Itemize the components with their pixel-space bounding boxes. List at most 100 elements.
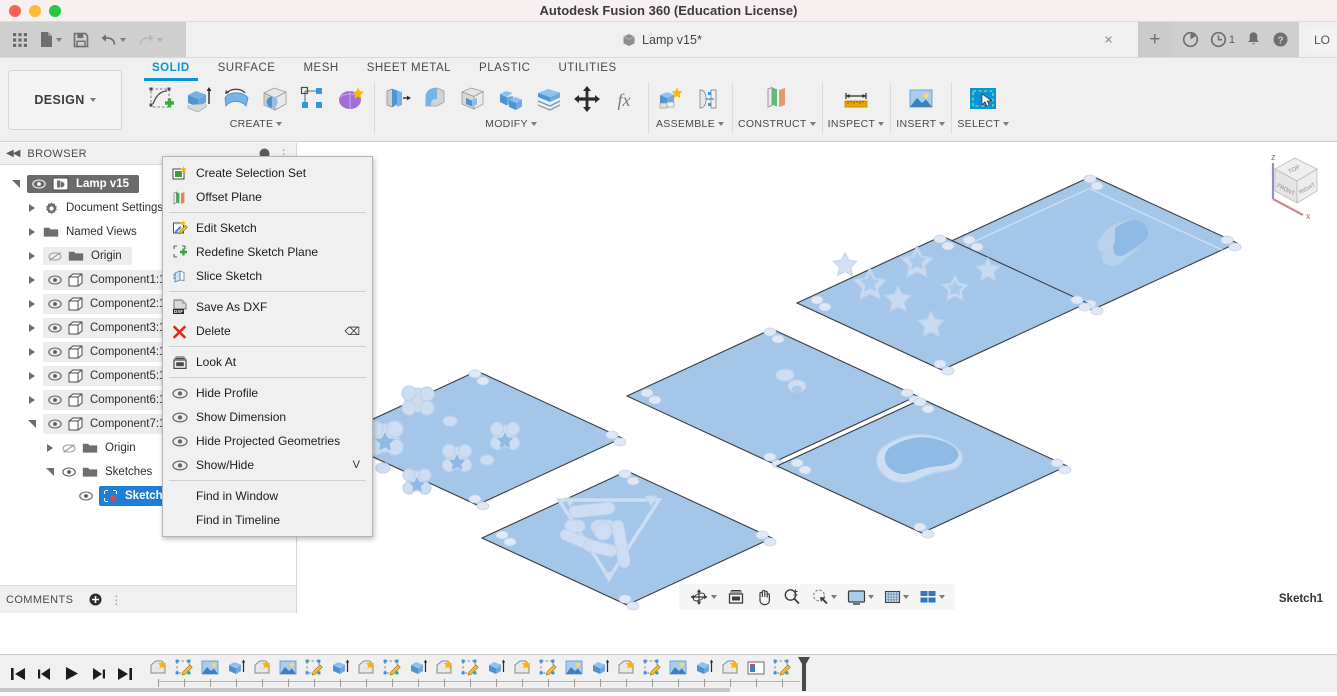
component7-origin-visibility-icon[interactable] xyxy=(61,443,77,454)
timeline-item[interactable] xyxy=(197,657,223,691)
play-icon[interactable] xyxy=(64,666,79,681)
timeline-item[interactable] xyxy=(483,657,509,691)
display-settings-button[interactable] xyxy=(843,587,878,608)
form-button[interactable] xyxy=(334,82,368,116)
account-button[interactable]: LO xyxy=(1303,27,1337,53)
new-file-button[interactable] xyxy=(35,28,66,51)
component6-visibility-icon[interactable] xyxy=(47,395,63,405)
sketches-visibility-icon[interactable] xyxy=(61,467,77,477)
insert-image-button[interactable] xyxy=(904,82,938,116)
shell-button[interactable] xyxy=(456,82,490,116)
timeline-item[interactable] xyxy=(275,657,301,691)
tab-mesh[interactable]: MESH xyxy=(289,58,352,78)
pan-button[interactable] xyxy=(751,586,777,608)
timeline-scrollbar[interactable] xyxy=(0,688,730,692)
component1-visibility-icon[interactable] xyxy=(47,275,63,285)
create-group-dropdown-caret[interactable] xyxy=(276,122,282,126)
tab-sheet-metal[interactable]: SHEET METAL xyxy=(353,58,465,78)
workspace-dropdown-caret[interactable] xyxy=(90,98,96,102)
collapse-panel-icon[interactable]: ◀◀ xyxy=(6,148,19,159)
view-cube[interactable]: z x TOP FRONT RIGHT xyxy=(1263,149,1325,226)
context-menu-item-show-hide[interactable]: Show/Hide V xyxy=(163,453,372,477)
construct-group-dropdown-caret[interactable] xyxy=(810,122,816,126)
document-settings-disclosure[interactable] xyxy=(26,204,38,212)
tab-surface[interactable]: SURFACE xyxy=(204,58,290,78)
undo-button[interactable] xyxy=(96,30,130,50)
redo-button[interactable] xyxy=(133,30,167,50)
move-copy-button[interactable] xyxy=(570,82,604,116)
tab-plastic[interactable]: PLASTIC xyxy=(465,58,544,78)
context-menu-item-find-in-timeline[interactable]: Find in Timeline xyxy=(163,508,372,532)
document-tab[interactable]: Lamp v15* × xyxy=(186,22,1138,57)
context-menu-item-find-in-window[interactable]: Find in Window xyxy=(163,484,372,508)
notifications-bell-icon[interactable] xyxy=(1246,31,1261,48)
look-at-button[interactable] xyxy=(723,586,749,608)
orbit-button[interactable] xyxy=(685,586,721,608)
change-parameters-button[interactable]: fx xyxy=(608,82,642,116)
timeline-item[interactable] xyxy=(509,657,535,691)
component2-disclosure[interactable] xyxy=(26,300,38,308)
component7-visibility-icon[interactable] xyxy=(47,419,63,429)
timeline-item[interactable] xyxy=(353,657,379,691)
context-menu-item-offset-plane[interactable]: Offset Plane xyxy=(163,185,372,209)
viewports-button[interactable] xyxy=(915,587,949,607)
timeline-playhead[interactable] xyxy=(795,657,813,691)
close-tab-button[interactable]: × xyxy=(1104,32,1113,47)
modify-group-dropdown-caret[interactable] xyxy=(531,122,537,126)
component4-visibility-icon[interactable] xyxy=(47,347,63,357)
component2-visibility-icon[interactable] xyxy=(47,299,63,309)
select-group-dropdown-caret[interactable] xyxy=(1003,122,1009,126)
step-forward-icon[interactable] xyxy=(90,667,106,681)
fillet-button[interactable] xyxy=(418,82,452,116)
new-file-dropdown-caret[interactable] xyxy=(56,38,62,42)
component7-disclosure[interactable] xyxy=(26,420,38,428)
insert-group-dropdown-caret[interactable] xyxy=(939,122,945,126)
joint-button[interactable] xyxy=(692,82,726,116)
jump-to-start-icon[interactable] xyxy=(10,667,26,681)
viewports-dropdown-caret[interactable] xyxy=(939,595,945,599)
tab-solid[interactable]: SOLID xyxy=(138,58,204,78)
step-back-icon[interactable] xyxy=(37,667,53,681)
origin-visibility-icon[interactable] xyxy=(47,251,63,262)
help-icon[interactable]: ? xyxy=(1272,31,1289,48)
workspace-selector[interactable]: DESIGN xyxy=(8,70,122,130)
timeline-item[interactable] xyxy=(561,657,587,691)
press-pull-button[interactable] xyxy=(380,82,414,116)
inspect-group-dropdown-caret[interactable] xyxy=(878,122,884,126)
model-3d[interactable] xyxy=(297,148,1337,613)
jump-to-end-icon[interactable] xyxy=(117,667,133,681)
comments-panel-header[interactable]: COMMENTS ⋮ xyxy=(0,585,296,613)
root-visibility-icon[interactable] xyxy=(31,179,47,189)
timeline-item[interactable] xyxy=(171,657,197,691)
sphere-button[interactable] xyxy=(258,82,292,116)
timeline-item[interactable] xyxy=(249,657,275,691)
app-grid-button[interactable] xyxy=(8,29,32,51)
comments-drag-handle[interactable]: ⋮ xyxy=(110,593,122,607)
component3-visibility-icon[interactable] xyxy=(47,323,63,333)
timeline-item[interactable] xyxy=(535,657,561,691)
combine-button[interactable] xyxy=(494,82,528,116)
job-status-button[interactable]: 1 xyxy=(1210,31,1235,48)
offset-face-button[interactable] xyxy=(532,82,566,116)
context-menu-item-redefine-sketch-plane[interactable]: Redefine Sketch Plane xyxy=(163,240,372,264)
new-tab-button[interactable]: + xyxy=(1138,22,1172,57)
create-sketch-button[interactable] xyxy=(144,82,178,116)
timeline-item[interactable] xyxy=(145,657,171,691)
context-menu-item-look-at[interactable]: Look At xyxy=(163,350,372,374)
zoom-window-button[interactable] xyxy=(807,586,841,608)
component6-disclosure[interactable] xyxy=(26,396,38,404)
component4-disclosure[interactable] xyxy=(26,348,38,356)
sketches-disclosure[interactable] xyxy=(44,468,56,476)
redo-dropdown-caret[interactable] xyxy=(157,38,163,42)
context-menu-item-edit-sketch[interactable]: Edit Sketch xyxy=(163,216,372,240)
viewport-3d[interactable]: z x TOP FRONT RIGHT xyxy=(297,143,1337,613)
context-menu-item-delete[interactable]: Delete ⌫ xyxy=(163,319,372,343)
measure-button[interactable] xyxy=(839,82,873,116)
add-comment-icon[interactable] xyxy=(89,593,102,606)
component5-disclosure[interactable] xyxy=(26,372,38,380)
component7-origin-disclosure[interactable] xyxy=(44,444,56,452)
timeline-item[interactable] xyxy=(691,657,717,691)
context-menu-item-show-dimension[interactable]: Show Dimension xyxy=(163,405,372,429)
origin-disclosure[interactable] xyxy=(26,252,38,260)
component5-visibility-icon[interactable] xyxy=(47,371,63,381)
